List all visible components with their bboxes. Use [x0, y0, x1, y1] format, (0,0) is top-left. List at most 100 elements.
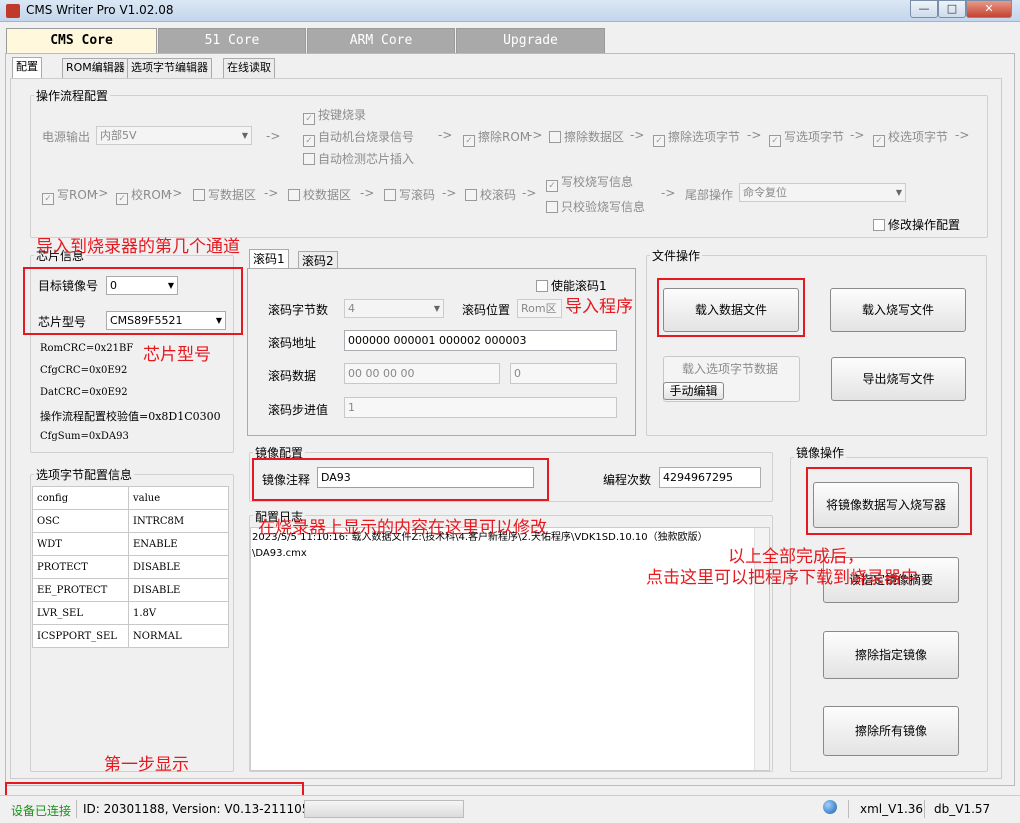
- value-cell: 1.8V: [128, 601, 229, 625]
- config-cell: OSC: [32, 509, 129, 533]
- status-bar: 设备已连接 ID: 20301188, Version: V0.13-21110…: [0, 795, 1020, 823]
- value-cell: DISABLE: [128, 578, 229, 602]
- step-erase-rom[interactable]: ✓ 擦除ROM: [463, 128, 530, 147]
- checkbox-icon: [536, 280, 548, 292]
- flow-arrow: ->: [630, 128, 645, 142]
- checkbox-icon: [384, 189, 396, 201]
- db-version: db_V1.57: [934, 802, 991, 816]
- tab-rom-editor[interactable]: ROM编辑器: [62, 58, 129, 78]
- device-id-version: ID: 20301188, Version: V0.13-211105: [83, 802, 310, 816]
- annotation-import: 导入程序: [565, 297, 633, 317]
- step-label: 自动检测芯片插入: [318, 152, 415, 166]
- step-verify-data[interactable]: 校数据区: [288, 186, 351, 203]
- status-separator: [924, 800, 925, 818]
- rolling-data-decimal-input[interactable]: 0: [510, 363, 617, 384]
- step-verify-info-only[interactable]: 只校验烧写信息: [546, 198, 645, 215]
- value-cell: DISABLE: [128, 555, 229, 579]
- power-output-select[interactable]: 内部5V ▼: [96, 126, 252, 145]
- tab-cms-core[interactable]: CMS Core: [6, 28, 157, 55]
- step-label: 按键烧录: [318, 108, 367, 122]
- table-row[interactable]: ICSPPORT_SEL NORMAL: [32, 624, 229, 648]
- annotation-box-import: [657, 278, 805, 337]
- step-write-option[interactable]: ✓ 写选项字节: [769, 128, 844, 147]
- tail-op-select[interactable]: 命令复位 ▼: [739, 183, 906, 202]
- rolling-data-input[interactable]: 00 00 00 00: [344, 363, 500, 384]
- step-write-rolling[interactable]: 写滚码: [384, 186, 435, 203]
- chevron-down-icon: ▼: [433, 304, 440, 313]
- window-title: CMS Writer Pro V1.02.08: [26, 3, 174, 17]
- tab-rolling-1[interactable]: 滚码1: [249, 249, 289, 269]
- tab-option-editor[interactable]: 选项字节编辑器: [127, 58, 212, 78]
- step-auto-detect[interactable]: 自动检测芯片插入: [303, 150, 414, 167]
- erase-mirror-button[interactable]: 擦除指定镜像: [823, 631, 959, 679]
- annotation-box-mirror-note: [252, 458, 549, 501]
- program-count-input[interactable]: 4294967295: [659, 467, 761, 488]
- step-erase-data[interactable]: 擦除数据区: [549, 128, 624, 145]
- step-verify-rom[interactable]: ✓ 校ROM: [116, 186, 171, 205]
- step-label: 写校烧写信息: [561, 175, 634, 189]
- step-auto-signal[interactable]: ✓ 自动机台烧录信号: [303, 128, 414, 147]
- rolling-addr-input[interactable]: 000000 000001 000002 000003: [344, 330, 617, 351]
- table-row[interactable]: EE_PROTECT DISABLE: [32, 578, 229, 602]
- step-label: 写选项字节: [784, 130, 845, 144]
- rolling-bytes-label: 滚码字节数: [268, 303, 329, 317]
- header-value: value: [128, 486, 229, 510]
- step-key-burn[interactable]: ✓ 按键烧录: [303, 106, 366, 125]
- checkbox-icon: [303, 153, 315, 165]
- tab-online-read[interactable]: 在线读取: [223, 58, 275, 78]
- rolling-bytes-select[interactable]: 4 ▼: [344, 299, 444, 318]
- rolling-pos-select[interactable]: Rom区: [517, 299, 562, 318]
- maximize-button[interactable]: □: [938, 0, 966, 18]
- checkbox-icon: ✓: [116, 193, 128, 205]
- modify-flow-checkbox[interactable]: 修改操作配置: [873, 216, 960, 233]
- checkbox-icon: ✓: [653, 135, 665, 147]
- flow-arrow: ->: [94, 186, 109, 200]
- step-label: 自动机台烧录信号: [318, 130, 415, 144]
- load-burn-file-button[interactable]: 载入烧写文件: [830, 288, 966, 332]
- step-label: 写数据区: [208, 188, 257, 202]
- step-write-rom[interactable]: ✓ 写ROM: [42, 186, 97, 205]
- step-write-info[interactable]: ✓ 写校烧写信息: [546, 173, 633, 192]
- tab-config[interactable]: 配置: [12, 57, 42, 79]
- annotation-step1: 第一步显示: [104, 755, 189, 775]
- app-logo-icon: [6, 4, 20, 18]
- flow-arrow: ->: [442, 186, 457, 200]
- chevron-down-icon: ▼: [895, 188, 902, 197]
- flow-arrow: ->: [955, 128, 970, 142]
- checkbox-icon: ✓: [463, 135, 475, 147]
- status-separator: [76, 800, 77, 818]
- checkbox-icon: ✓: [769, 135, 781, 147]
- checkbox-icon: ✓: [303, 135, 315, 147]
- step-erase-option[interactable]: ✓ 擦除选项字节: [653, 128, 740, 147]
- step-write-data[interactable]: 写数据区: [193, 186, 256, 203]
- step-verify-rolling[interactable]: 校滚码: [465, 186, 516, 203]
- erase-all-mirrors-button[interactable]: 擦除所有镜像: [823, 706, 959, 756]
- load-option-label: 载入选项字节数据: [682, 362, 779, 376]
- table-row[interactable]: OSC INTRC8M: [32, 509, 229, 533]
- flow-arrow: ->: [438, 128, 453, 142]
- tab-51-core[interactable]: 51 Core: [158, 28, 306, 53]
- config-cell: PROTECT: [32, 555, 129, 579]
- minimize-button[interactable]: —: [910, 0, 938, 18]
- tab-upgrade[interactable]: Upgrade: [456, 28, 605, 53]
- checkbox-icon: [549, 131, 561, 143]
- annotation-done-2: 点击这里可以把程序下载到烧录器中: [646, 568, 918, 588]
- flow-arrow: ->: [168, 186, 183, 200]
- export-burn-file-button[interactable]: 导出烧写文件: [831, 357, 966, 401]
- checkbox-icon: ✓: [303, 113, 315, 125]
- tab-arm-core[interactable]: ARM Core: [307, 28, 455, 53]
- table-row[interactable]: PROTECT DISABLE: [32, 555, 229, 579]
- table-row[interactable]: WDT ENABLE: [32, 532, 229, 556]
- rolling-step-input[interactable]: 1: [344, 397, 617, 418]
- checkbox-icon: ✓: [546, 180, 558, 192]
- flow-arrow: ->: [522, 186, 537, 200]
- step-label: 校选项字节: [888, 130, 949, 144]
- flow-arrow: ->: [266, 129, 281, 143]
- manual-edit-button[interactable]: 手动编辑: [663, 382, 724, 400]
- file-ops-title: 文件操作: [650, 247, 703, 264]
- globe-icon: [823, 800, 837, 814]
- step-verify-option[interactable]: ✓ 校选项字节: [873, 128, 948, 147]
- tab-rolling-2[interactable]: 滚码2: [298, 251, 338, 269]
- close-button[interactable]: ✕: [966, 0, 1012, 18]
- table-row[interactable]: LVR_SEL 1.8V: [32, 601, 229, 625]
